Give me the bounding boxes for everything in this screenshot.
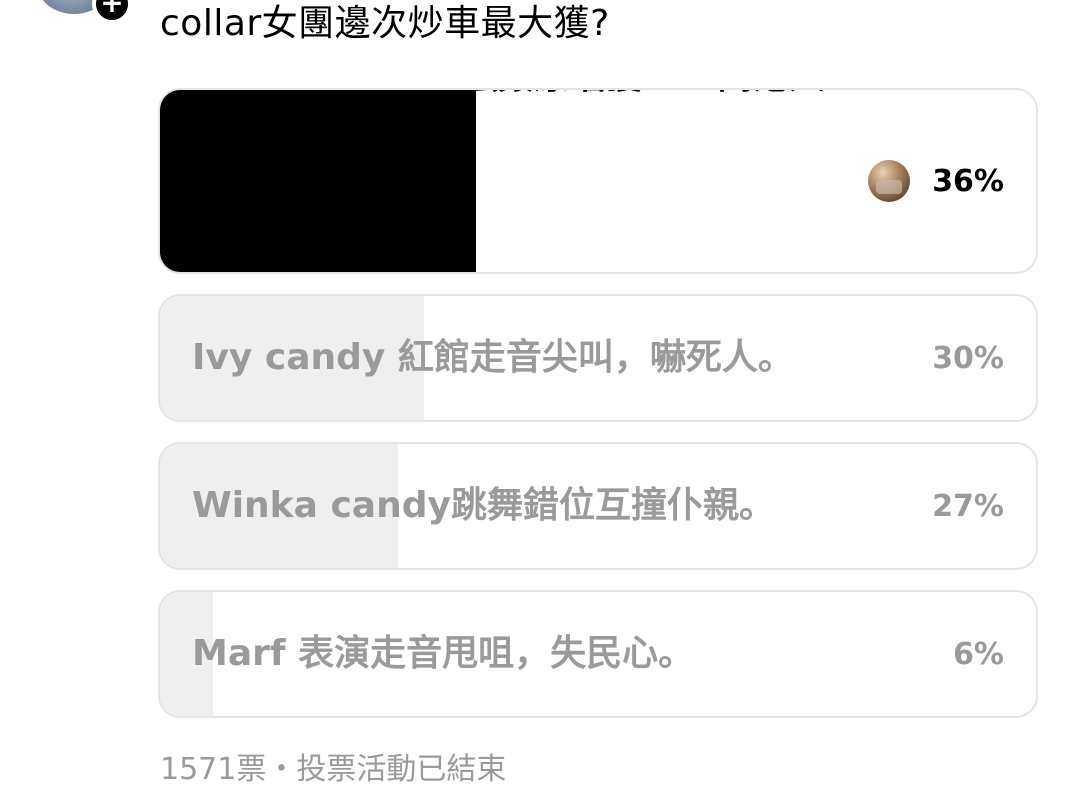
poll-option-3[interactable]: Winka candy跳舞錯位互撞仆親。 27% bbox=[158, 442, 1038, 570]
poll-option-1-label: Candy神愛世人強姦原唱獲300萬港人點擊 bbox=[192, 90, 825, 149]
poll-option-1-percent: 36% bbox=[932, 163, 1004, 199]
poll-option-3-label: Winka candy跳舞錯位互撞仆親。 bbox=[192, 484, 775, 526]
poll-option-1-label-inverted: Candy神愛世人強姦原唱獲300萬港人點擊 bbox=[192, 159, 462, 272]
poll-option-2-label: Ivy candy 紅館走音尖叫，嚇死人。 bbox=[192, 336, 794, 378]
poll-option-4[interactable]: Marf 表演走音甩咀，失民心。 6% bbox=[158, 590, 1038, 718]
poll-question: collar女團邊次炒車最大獲? bbox=[160, 3, 610, 44]
poll-option-1[interactable]: Candy神愛世人強姦原唱獲300萬港人點擊 Candy神愛世人強姦原唱獲300… bbox=[158, 88, 1038, 274]
poll-options: Candy神愛世人強姦原唱獲300萬港人點擊 Candy神愛世人強姦原唱獲300… bbox=[158, 88, 1038, 738]
plus-icon[interactable]: + bbox=[92, 0, 132, 24]
poll-option-4-percent: 6% bbox=[953, 636, 1004, 672]
poll-option-2[interactable]: Ivy candy 紅館走音尖叫，嚇死人。 30% bbox=[158, 294, 1038, 422]
poll-option-3-percent: 27% bbox=[932, 488, 1004, 524]
poll-post: + collar女團邊次炒車最大獲? Candy神愛世人強姦原唱獲300萬港人點… bbox=[0, 0, 1080, 794]
poll-option-4-label: Marf 表演走音甩咀，失民心。 bbox=[192, 632, 695, 674]
voter-avatar-icon bbox=[868, 160, 911, 202]
poll-footer: 1571票・投票活動已結束 bbox=[160, 752, 507, 787]
poll-option-2-percent: 30% bbox=[932, 340, 1004, 376]
